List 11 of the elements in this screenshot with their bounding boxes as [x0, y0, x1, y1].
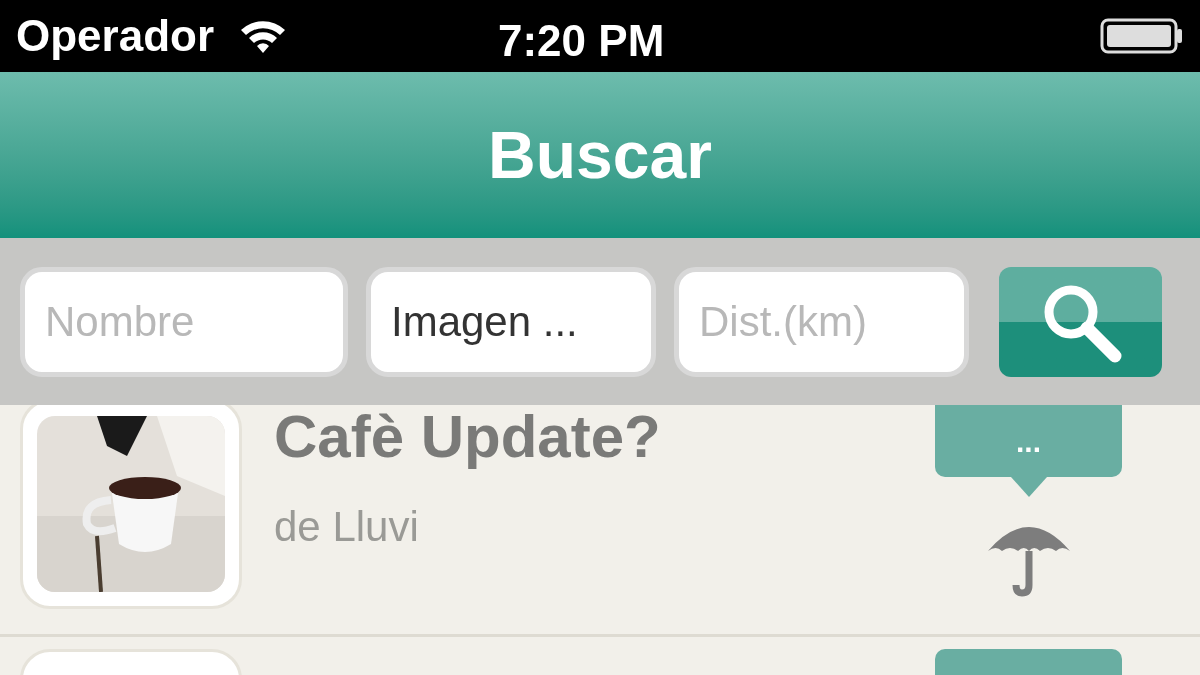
- bubble-pointer-icon: [1010, 477, 1047, 497]
- result-author: de Lluvi: [274, 502, 420, 552]
- nav-title: Buscar: [488, 116, 712, 194]
- search-field[interactable]: Imagen ...: [366, 266, 656, 377]
- search-field[interactable]: Nombre: [20, 266, 348, 377]
- search-field[interactable]: Dist.(km): [674, 266, 969, 377]
- clock-time: 7:20 PM: [498, 15, 665, 67]
- battery-icon: [1100, 16, 1184, 56]
- carrier-name: Operador: [16, 10, 215, 62]
- result-title: Cafè Update?: [274, 407, 661, 467]
- search-button[interactable]: [999, 266, 1162, 377]
